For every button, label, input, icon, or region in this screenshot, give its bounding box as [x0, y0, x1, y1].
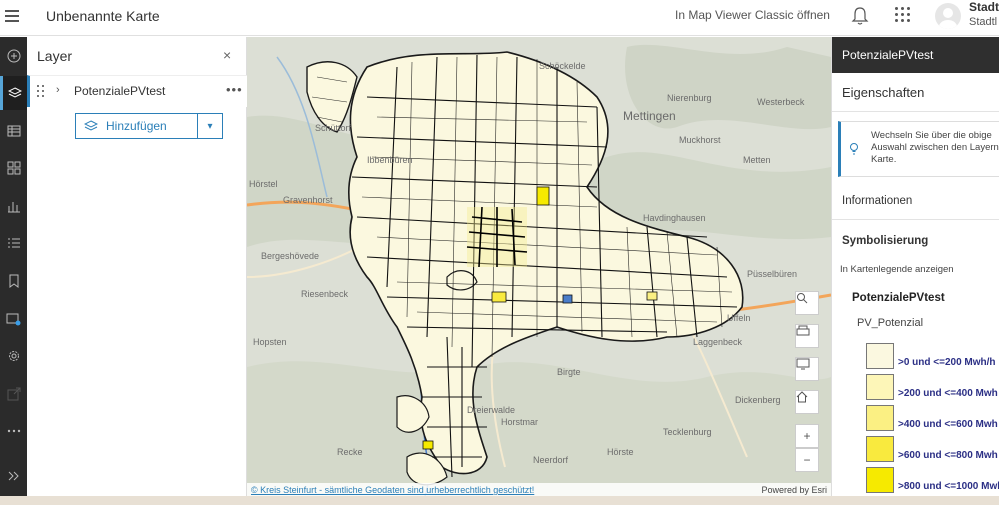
map-label: Uffeln [727, 313, 751, 323]
map-label: Neerdorf [533, 455, 569, 465]
properties-panel: PotenzialePVtest Eigenschaften Wechseln … [831, 37, 999, 505]
zoom-in-button[interactable]: + [795, 424, 819, 448]
legend-toggle-label[interactable]: In Kartenlegende anzeigen [840, 264, 954, 275]
add-layer-label: Hinzufügen [106, 119, 167, 133]
more-icon[interactable] [0, 414, 27, 448]
share-icon [0, 377, 27, 411]
basemap-icon[interactable] [0, 302, 27, 336]
map-label: Gravenhorst [283, 195, 333, 205]
map-label: Tecklenburg [663, 427, 712, 437]
map-label: Horstmar [501, 417, 539, 427]
lightbulb-icon [849, 142, 859, 159]
layer-panel-title: Layer [37, 48, 73, 64]
map-label: Recke [337, 447, 363, 457]
add-layer-button[interactable]: Hinzufügen [75, 113, 198, 139]
drag-handle-icon[interactable] [37, 85, 45, 97]
map-label: Hörstel [249, 179, 278, 189]
powered-by[interactable]: Powered by Esri [761, 483, 827, 496]
avatar[interactable] [935, 3, 961, 29]
user-name[interactable]: Stadt [969, 0, 999, 14]
attribution-link[interactable]: © Kreis Steinfurt - sämtliche Geodaten s… [251, 485, 534, 495]
map-label: Laggenbeck [693, 337, 743, 347]
layers-icon [84, 119, 98, 131]
taskbar [0, 496, 999, 505]
map-label: Hörste [607, 447, 634, 457]
legend-swatch[interactable] [866, 405, 894, 431]
bar-chart-icon[interactable] [0, 189, 27, 223]
search-icon[interactable] [795, 291, 819, 315]
user-org[interactable]: Stadtl [969, 16, 997, 28]
top-bar: Unbenannte Karte In Map Viewer Classic ö… [0, 0, 999, 36]
settings-icon[interactable] [0, 339, 27, 373]
legend-label: >400 und <=600 Mwh [898, 419, 998, 430]
bookmark-icon[interactable] [0, 264, 27, 298]
layers-icon[interactable] [0, 76, 27, 110]
section-symbology[interactable]: Symbolisierung [842, 235, 928, 247]
map-label: Hopsten [253, 337, 287, 347]
divider [832, 111, 999, 112]
map-view[interactable]: Schüttorf Schöckelde Mettingen Nierenbur… [247, 37, 831, 496]
legend-label: >600 und <=800 Mwh [898, 450, 998, 461]
legend-item[interactable]: >400 und <=600 Mwh [866, 405, 999, 433]
print-icon[interactable] [795, 324, 819, 348]
monitor-icon[interactable] [795, 357, 819, 381]
legend-icon[interactable] [0, 226, 27, 260]
layer-selector[interactable]: PotenzialePVtest [832, 37, 999, 73]
legend-item[interactable]: >0 und <=200 Mwh/h [866, 343, 999, 371]
menu-icon[interactable] [2, 4, 24, 26]
layer-list-item[interactable]: › PotenzialePVtest ••• [27, 75, 247, 107]
layer-panel: Layer × › PotenzialePVtest ••• Hinzufüge… [27, 37, 247, 505]
map-label: Riesenbeck [301, 289, 349, 299]
map-label: Bergeshövede [261, 251, 320, 261]
map-label: Havdinghausen [643, 213, 706, 223]
tool-rail [0, 37, 27, 505]
map-label: Mettingen [623, 109, 676, 123]
info-notice: Wechseln Sie über die obige Auswahl zwis… [838, 121, 999, 177]
close-icon[interactable]: × [223, 47, 231, 63]
map-label: Schüttorf [315, 123, 352, 133]
charts-icon[interactable] [0, 151, 27, 185]
bell-icon[interactable] [850, 5, 870, 27]
map-label: Ibbenbüren [367, 155, 413, 165]
attribution-bar: © Kreis Steinfurt - sämtliche Geodaten s… [247, 483, 831, 496]
legend-layer-name: PotenzialePVtest [852, 292, 945, 304]
map-label: Nierenburg [667, 93, 712, 103]
legend-label: >800 und <=1000 Mwh [898, 481, 999, 492]
home-icon[interactable] [795, 390, 819, 414]
map-label: Dreierwalde [467, 405, 516, 415]
map-label: Schöckelde [539, 61, 586, 71]
map-title[interactable]: Unbenannte Karte [46, 8, 160, 24]
app-launcher-icon[interactable] [894, 6, 912, 24]
legend-swatch[interactable] [866, 436, 894, 462]
legend-item[interactable]: >600 und <=800 Mwh [866, 436, 999, 464]
section-info[interactable]: Informationen [842, 195, 912, 207]
map-label: Püsselbüren [747, 269, 798, 279]
layer-options-icon[interactable]: ••• [226, 82, 243, 97]
chevron-right-icon[interactable]: › [56, 84, 60, 96]
open-classic-link[interactable]: In Map Viewer Classic öffnen [675, 8, 830, 22]
table-icon[interactable] [0, 114, 27, 148]
legend-label: >200 und <=400 Mwh [898, 388, 998, 399]
legend-swatch[interactable] [866, 374, 894, 400]
legend-field-name: PV_Potenzial [857, 317, 924, 329]
map-label: Westerbeck [757, 97, 805, 107]
map-label: Metten [743, 155, 771, 165]
map-canvas[interactable] [247, 37, 831, 496]
divider [832, 219, 999, 220]
properties-title: Eigenschaften [842, 85, 925, 100]
layer-name[interactable]: PotenzialePVtest [74, 84, 165, 98]
legend-item[interactable]: >800 und <=1000 Mwh [866, 467, 999, 495]
map-label: Muckhorst [679, 135, 721, 145]
zoom-out-button[interactable]: − [795, 448, 819, 472]
info-text: Wechseln Sie über die obige Auswahl zwis… [871, 130, 999, 165]
legend-swatch[interactable] [866, 467, 894, 493]
legend-label: >0 und <=200 Mwh/h [898, 357, 996, 368]
chevron-down-icon[interactable]: ▾ [197, 113, 223, 139]
map-label: Birgte [557, 367, 581, 377]
add-icon[interactable] [0, 39, 27, 73]
expand-icon[interactable] [0, 459, 27, 493]
legend-swatch[interactable] [866, 343, 894, 369]
legend-item[interactable]: >200 und <=400 Mwh [866, 374, 999, 402]
map-label: Dickenberg [735, 395, 781, 405]
